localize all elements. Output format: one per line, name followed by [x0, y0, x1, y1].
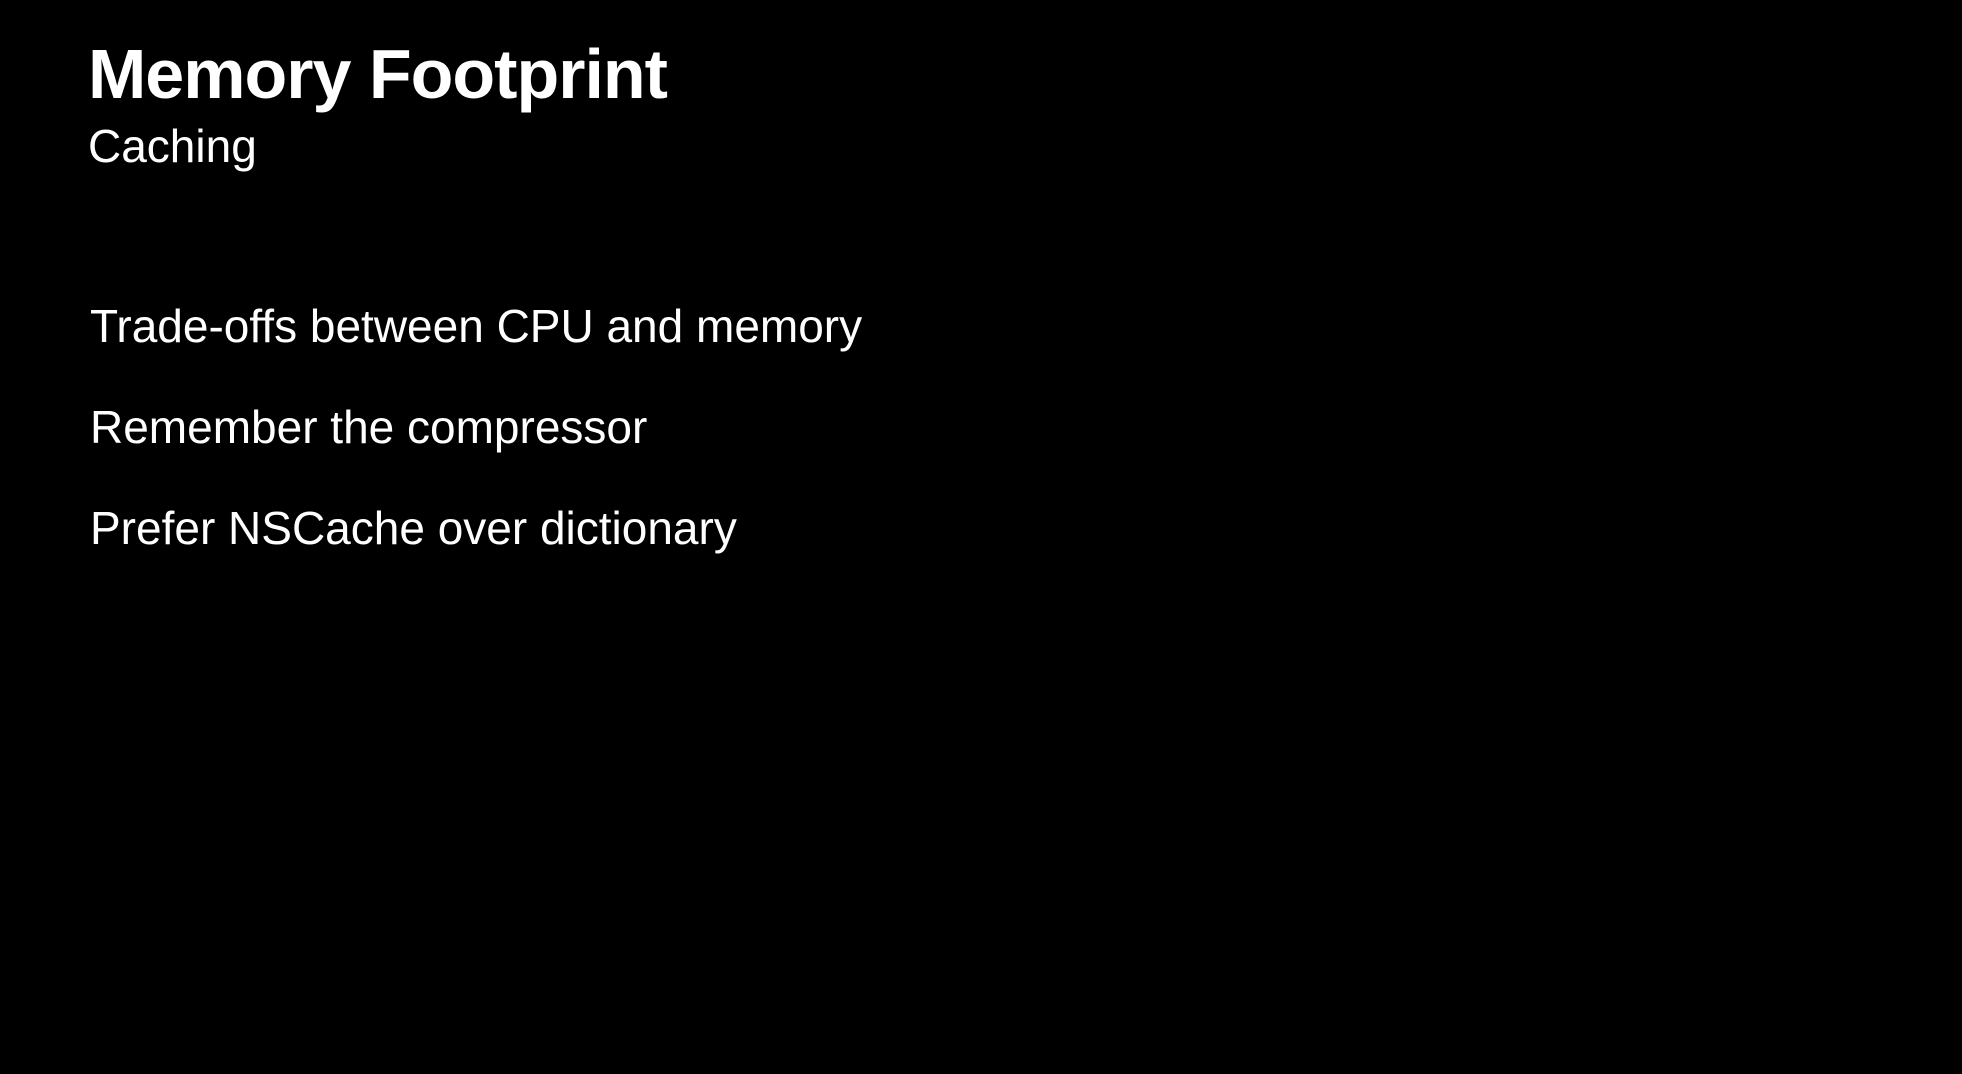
bullet-list: Trade-offs between CPU and memory Rememb… [90, 298, 862, 601]
slide: Memory Footprint Caching Trade-offs betw… [0, 0, 1962, 1074]
bullet-item: Remember the compressor [90, 401, 648, 453]
slide-subtitle: Caching [88, 120, 257, 172]
slide-title: Memory Footprint [88, 35, 668, 113]
bullet-item: Trade-offs between CPU and memory [90, 300, 863, 352]
bullet-item: Prefer NSCache over dictionary [90, 502, 737, 554]
